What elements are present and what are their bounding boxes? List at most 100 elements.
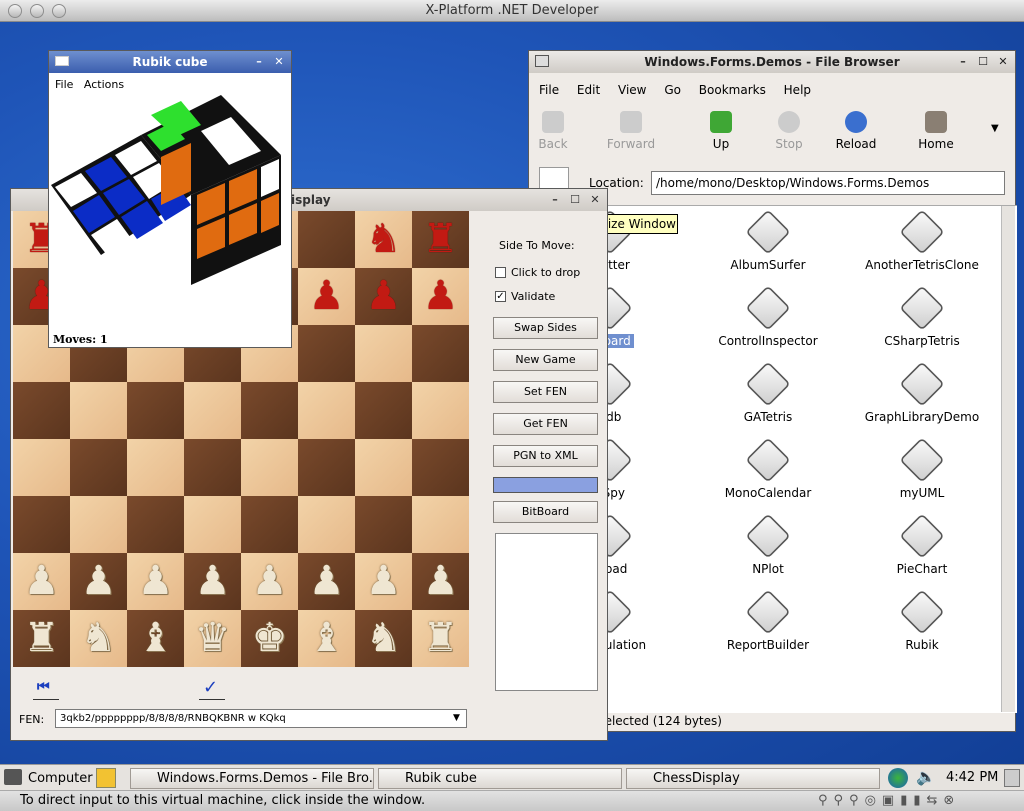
board-square[interactable] <box>241 496 298 553</box>
rubik-close-icon[interactable]: ✕ <box>271 54 287 70</box>
board-square[interactable]: ♟ <box>241 553 298 610</box>
rubik-minimize-icon[interactable]: – <box>251 54 267 70</box>
rubik-cube-canvas[interactable] <box>51 95 289 335</box>
board-square[interactable] <box>355 496 412 553</box>
file-item[interactable]: AnotherTetrisClone <box>857 209 987 272</box>
board-square[interactable]: ♟ <box>13 553 70 610</box>
location-input[interactable]: /home/mono/Desktop/Windows.Forms.Demos <box>651 171 1005 195</box>
board-square[interactable] <box>70 439 127 496</box>
board-square[interactable]: ♟ <box>355 268 412 325</box>
checkmark-icon[interactable]: ✓ <box>203 677 218 698</box>
board-square[interactable] <box>298 211 355 268</box>
chess-piece[interactable]: ♜ <box>412 610 469 667</box>
board-square[interactable] <box>412 496 469 553</box>
chess-piece[interactable]: ♚ <box>241 610 298 667</box>
file-item[interactable]: GATetris <box>703 361 833 424</box>
computer-icon[interactable] <box>4 769 22 785</box>
color-swatch[interactable] <box>493 477 598 493</box>
computer-launcher[interactable]: Computer <box>28 771 93 786</box>
chess-piece[interactable]: ♟ <box>184 553 241 610</box>
get-fen-button[interactable]: Get FEN <box>493 413 598 435</box>
board-square[interactable] <box>298 382 355 439</box>
board-square[interactable] <box>70 382 127 439</box>
mac-close-button[interactable] <box>8 4 22 18</box>
window-menu-icon[interactable] <box>55 56 69 66</box>
chess-piece[interactable]: ♞ <box>70 610 127 667</box>
stop-button[interactable]: Stop <box>757 111 821 151</box>
chess-minimize-icon[interactable]: – <box>547 192 563 208</box>
chess-piece[interactable]: ♟ <box>412 553 469 610</box>
board-square[interactable] <box>13 496 70 553</box>
board-square[interactable]: ♞ <box>355 610 412 667</box>
board-square[interactable]: ♟ <box>184 553 241 610</box>
board-square[interactable]: ♜ <box>13 610 70 667</box>
taskbar-task-file-browser[interactable]: Windows.Forms.Demos - File Bro... <box>130 768 374 789</box>
board-square[interactable]: ♟ <box>298 553 355 610</box>
file-item[interactable]: CSharpTetris <box>857 285 987 348</box>
chess-piece[interactable]: ♟ <box>70 553 127 610</box>
menu-view[interactable]: View <box>618 83 646 97</box>
board-square[interactable]: ♞ <box>355 211 412 268</box>
chess-piece[interactable]: ♟ <box>127 553 184 610</box>
click-to-drop-checkbox[interactable] <box>495 267 506 278</box>
board-square[interactable]: ♟ <box>412 268 469 325</box>
board-square[interactable]: ♛ <box>184 610 241 667</box>
file-item[interactable]: myUML <box>857 437 987 500</box>
board-square[interactable]: ♟ <box>298 268 355 325</box>
clock[interactable]: 4:42 PM <box>946 770 998 785</box>
taskbar-task-rubik[interactable]: Rubik cube <box>378 768 622 789</box>
board-square[interactable] <box>298 325 355 382</box>
board-square[interactable] <box>127 439 184 496</box>
fen-input[interactable]: 3qkb2/pppppppp/8/8/8/8/RNBQKBNR w KQkq <box>55 709 467 728</box>
board-square[interactable]: ♚ <box>241 610 298 667</box>
board-square[interactable] <box>13 439 70 496</box>
board-square[interactable]: ♝ <box>298 610 355 667</box>
board-square[interactable]: ♟ <box>412 553 469 610</box>
board-square[interactable] <box>184 382 241 439</box>
notes-icon[interactable] <box>96 768 116 788</box>
file-browser-titlebar[interactable]: Windows.Forms.Demos - File Browser – ☐ ✕ <box>529 51 1015 73</box>
validate-checkbox[interactable]: ✓ <box>495 291 506 302</box>
file-item[interactable]: PieChart <box>857 513 987 576</box>
board-square[interactable] <box>298 439 355 496</box>
menu-edit[interactable]: Edit <box>577 83 600 97</box>
board-square[interactable] <box>355 325 412 382</box>
move-list[interactable] <box>495 533 598 691</box>
chess-piece[interactable]: ♜ <box>13 610 70 667</box>
board-square[interactable] <box>298 496 355 553</box>
chess-piece[interactable]: ♝ <box>127 610 184 667</box>
minimize-icon[interactable]: – <box>955 54 971 70</box>
volume-icon[interactable]: 🔈 <box>916 767 936 786</box>
board-square[interactable]: ♟ <box>355 553 412 610</box>
mac-zoom-button[interactable] <box>52 4 66 18</box>
menu-file[interactable]: File <box>539 83 559 97</box>
toolbar-overflow-chevron-icon[interactable]: ▼ <box>991 123 999 134</box>
up-button[interactable]: Up <box>689 111 753 151</box>
board-square[interactable]: ♟ <box>127 553 184 610</box>
close-icon[interactable]: ✕ <box>995 54 1011 70</box>
chess-piece[interactable]: ♛ <box>184 610 241 667</box>
board-square[interactable]: ♟ <box>70 553 127 610</box>
maximize-icon[interactable]: ☐ <box>975 54 991 70</box>
chess-piece[interactable]: ♟ <box>298 553 355 610</box>
chess-maximize-icon[interactable]: ☐ <box>567 192 583 208</box>
board-square[interactable] <box>127 496 184 553</box>
board-square[interactable] <box>412 439 469 496</box>
trash-icon[interactable] <box>1004 769 1020 787</box>
pgn-to-xml-button[interactable]: PGN to XML <box>493 445 598 467</box>
chess-piece[interactable]: ♟ <box>412 268 469 325</box>
rubik-menu-actions[interactable]: Actions <box>84 78 124 91</box>
board-square[interactable]: ♜ <box>412 610 469 667</box>
reload-button[interactable]: Reload <box>824 111 888 151</box>
board-square[interactable] <box>355 382 412 439</box>
vm-device-icons[interactable]: ⚲⚲⚲◎▣▮▮⇆⊗ <box>818 791 960 811</box>
mac-minimize-button[interactable] <box>30 4 44 18</box>
board-square[interactable] <box>412 382 469 439</box>
rubik-menu-file[interactable]: File <box>55 78 73 91</box>
chess-piece[interactable]: ♟ <box>241 553 298 610</box>
chess-piece[interactable]: ♞ <box>355 211 412 268</box>
board-square[interactable]: ♝ <box>127 610 184 667</box>
forward-button[interactable]: Forward <box>599 111 663 151</box>
file-item[interactable]: ControlInspector <box>703 285 833 348</box>
chess-close-icon[interactable]: ✕ <box>587 192 603 208</box>
